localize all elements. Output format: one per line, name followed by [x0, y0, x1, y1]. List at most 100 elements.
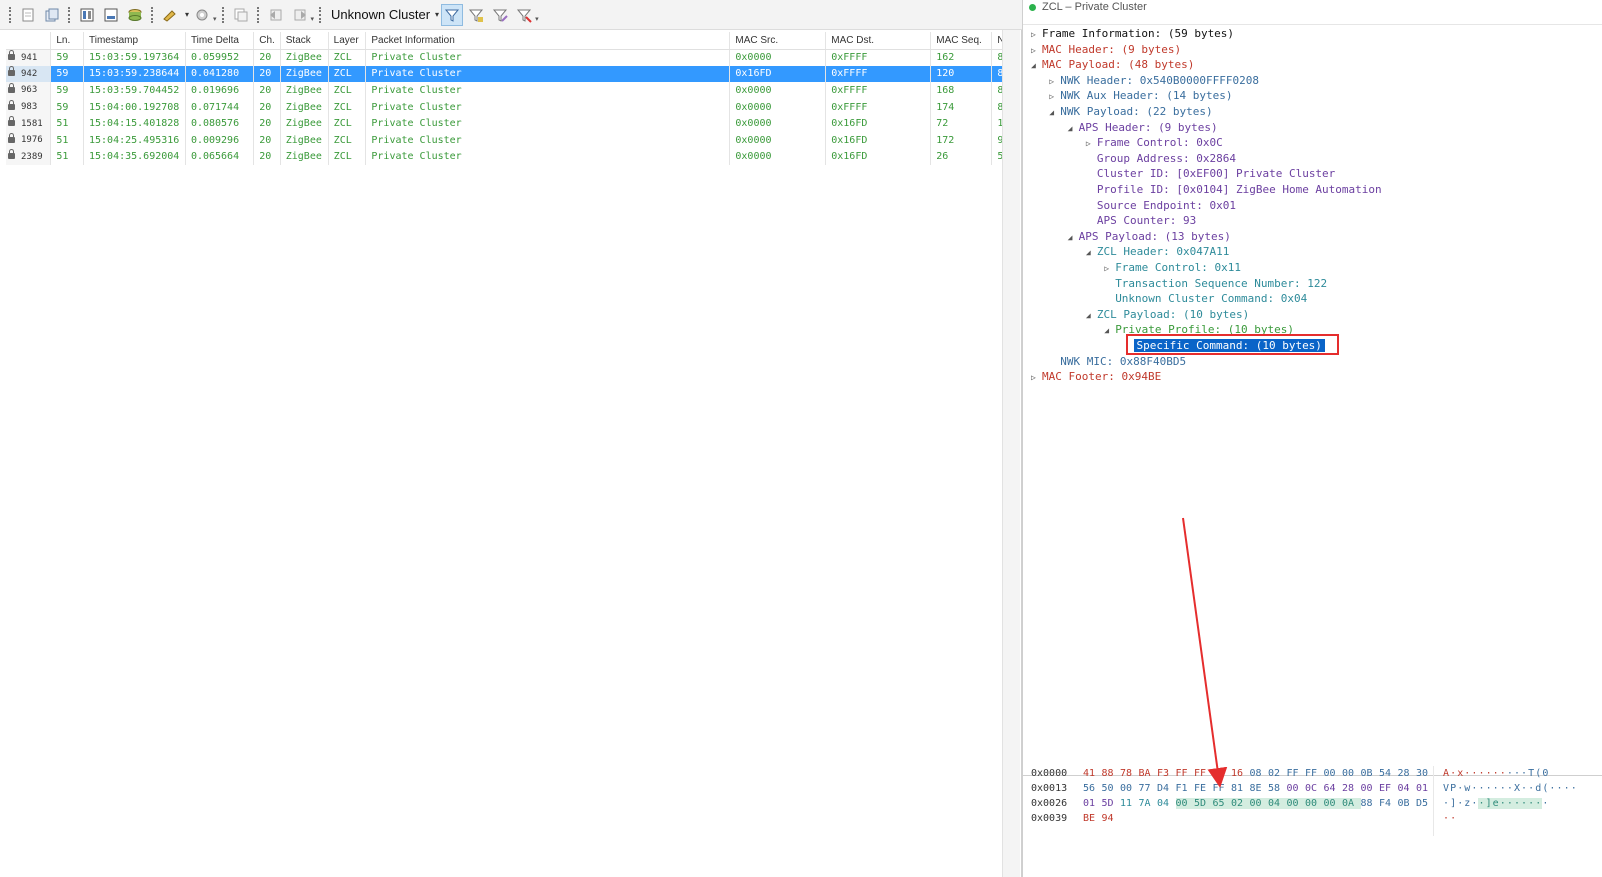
hex-byte[interactable]: EF — [1379, 783, 1398, 794]
collapse-arrow-icon[interactable]: ◢ — [1049, 105, 1060, 120]
columns-icon[interactable] — [76, 4, 98, 26]
overflow-arrow-icon[interactable]: ▾ — [213, 15, 217, 23]
hex-bytes-row[interactable]: 41 88 78 BA F3 FF FF FD 16 08 02 FF FF 00 00 0B 54 28 30 — [1083, 768, 1435, 779]
hex-byte[interactable]: 00 — [1120, 783, 1139, 794]
save-all-icon[interactable] — [41, 4, 63, 26]
hex-ascii-row[interactable]: VP·w······X··d(···· — [1443, 783, 1578, 794]
expand-arrow-icon[interactable]: ▷ — [1049, 74, 1060, 89]
table-row[interactable]: 942 59 15:03:59.238644 0.041280 20 ZigBee ZCL P… — [6, 65, 1020, 83]
hex-byte[interactable]: 02 — [1268, 768, 1287, 779]
collapse-arrow-icon[interactable]: ◢ — [1068, 121, 1079, 136]
hex-byte[interactable]: 30 — [1416, 768, 1435, 779]
hex-byte[interactable]: 0B — [1398, 798, 1417, 809]
hex-byte[interactable]: 81 — [1231, 783, 1250, 794]
collapse-arrow-icon[interactable]: ◢ — [1104, 323, 1115, 338]
hex-byte[interactable]: 04 — [1157, 798, 1176, 809]
column-header-mac-src[interactable]: MAC Src. — [729, 32, 827, 50]
column-header-mac-seq[interactable]: MAC Seq. — [930, 32, 993, 50]
expand-arrow-icon[interactable]: ▷ — [1031, 43, 1042, 58]
cluster-filter-combo[interactable]: Unknown Cluster C — [331, 7, 431, 22]
hex-byte[interactable]: F4 — [1379, 798, 1398, 809]
tree-node[interactable]: ◢ APS Payload: (13 bytes) — [1068, 229, 1231, 244]
hex-byte[interactable]: 50 — [1102, 783, 1121, 794]
tree-node[interactable]: ▷ MAC Header: (9 bytes) — [1031, 42, 1181, 57]
overflow-arrow-icon[interactable]: ▾ — [535, 15, 539, 23]
hex-byte[interactable]: 01 — [1083, 798, 1102, 809]
settings-gear-icon[interactable] — [191, 4, 213, 26]
table-row[interactable]: 983 59 15:04:00.192708 0.071744 20 ZigBee ZCL P… — [6, 98, 1020, 116]
hex-byte[interactable]: 64 — [1324, 783, 1343, 794]
hex-byte[interactable]: 00 — [1342, 768, 1361, 779]
hex-byte[interactable]: 28 — [1342, 783, 1361, 794]
hex-byte[interactable]: 02 — [1231, 798, 1250, 809]
tree-node[interactable]: ▷ NWK Header: 0x540B0000FFFF0208 — [1049, 73, 1259, 88]
tree-node[interactable]: Transaction Sequence Number: 122 — [1104, 276, 1327, 291]
tree-node[interactable]: ◢ ZCL Payload: (10 bytes) — [1086, 307, 1249, 322]
table-row[interactable]: 941 59 15:03:59.197364 0.059952 20 ZigBee ZCL P… — [6, 49, 1020, 66]
hex-byte[interactable]: D4 — [1157, 783, 1176, 794]
hex-byte[interactable]: 01 — [1416, 783, 1435, 794]
column-header-ln[interactable]: Ln. — [50, 32, 84, 50]
tree-node[interactable]: ◢ MAC Payload: (48 bytes) — [1031, 57, 1194, 72]
brush-icon[interactable] — [159, 4, 181, 26]
hex-byte[interactable]: 77 — [1139, 783, 1158, 794]
hex-byte[interactable]: 94 — [1102, 813, 1121, 824]
overflow-arrow-icon[interactable]: ▾ — [311, 15, 315, 23]
tree-node[interactable]: ▷ Frame Control: 0x0C — [1086, 135, 1223, 150]
hex-byte[interactable]: 41 — [1083, 768, 1102, 779]
hex-byte[interactable]: 08 — [1250, 768, 1269, 779]
hex-byte[interactable]: 11 — [1120, 798, 1139, 809]
hex-byte[interactable]: FE — [1194, 783, 1213, 794]
hex-byte[interactable]: 00 — [1249, 798, 1268, 809]
column-header-index[interactable] — [6, 32, 52, 50]
expand-arrow-icon[interactable]: ▷ — [1104, 261, 1115, 276]
tree-node[interactable]: ▷ MAC Footer: 0x94BE — [1031, 369, 1161, 384]
hex-byte[interactable]: 00 — [1286, 798, 1305, 809]
hex-byte[interactable]: 58 — [1268, 783, 1287, 794]
toolbar-grip[interactable] — [9, 6, 12, 23]
hex-byte[interactable]: 04 — [1398, 783, 1417, 794]
hex-byte[interactable]: FF — [1194, 768, 1213, 779]
tree-node[interactable]: ▷ Frame Information: (59 bytes) — [1031, 26, 1234, 41]
tree-node[interactable]: Profile ID: [0x0104] ZigBee Home Automat… — [1086, 182, 1382, 197]
hex-byte[interactable]: 00 — [1175, 798, 1194, 809]
hex-byte[interactable]: BE — [1083, 813, 1102, 824]
expand-arrow-icon[interactable]: ▷ — [1031, 370, 1042, 385]
hex-byte[interactable]: 16 — [1231, 768, 1250, 779]
cluster-filter-dropdown-arrow[interactable]: ▾ — [435, 10, 439, 19]
hex-byte[interactable]: 0A — [1342, 798, 1361, 809]
copy-icon[interactable] — [230, 4, 252, 26]
tree-node[interactable]: APS Counter: 93 — [1086, 213, 1196, 228]
hex-byte[interactable]: 65 — [1212, 798, 1231, 809]
hex-byte[interactable]: 56 — [1083, 783, 1102, 794]
tree-node[interactable]: ◢ NWK Payload: (22 bytes) — [1049, 104, 1212, 119]
hex-bytes-row[interactable]: 56 50 00 77 D4 F1 FE FF 81 8E 58 00 0C 64 28 00 EF 04 01 — [1083, 783, 1435, 794]
column-header-layer[interactable]: Layer — [328, 32, 367, 50]
hex-byte[interactable]: D5 — [1416, 798, 1435, 809]
tree-node[interactable]: Source Endpoint: 0x01 — [1086, 198, 1236, 213]
hex-byte[interactable]: 0C — [1305, 783, 1324, 794]
hex-byte[interactable]: F3 — [1157, 768, 1176, 779]
tree-node[interactable]: ◢ ZCL Header: 0x047A11 — [1086, 244, 1229, 259]
hex-byte[interactable]: 7A — [1139, 798, 1158, 809]
hex-byte[interactable]: 00 — [1287, 783, 1306, 794]
table-row[interactable]: 963 59 15:03:59.704452 0.019696 20 ZigBee ZCL P… — [6, 82, 1020, 99]
filter-edit-icon[interactable] — [489, 4, 511, 26]
column-header-stack[interactable]: Stack — [280, 32, 329, 50]
expand-arrow-icon[interactable]: ▷ — [1031, 27, 1042, 42]
hex-byte[interactable]: F1 — [1176, 783, 1195, 794]
expand-arrow-icon[interactable]: ▷ — [1086, 136, 1097, 151]
collapse-arrow-icon[interactable]: ◢ — [1031, 58, 1042, 73]
hex-byte[interactable]: FF — [1213, 783, 1232, 794]
packet-list-scrollbar[interactable] — [1002, 30, 1020, 877]
filter-clear-icon[interactable] — [513, 4, 535, 26]
database-icon[interactable] — [124, 4, 146, 26]
tree-node[interactable]: ▷ NWK Aux Header: (14 bytes) — [1049, 88, 1232, 103]
hex-byte[interactable]: BA — [1139, 768, 1158, 779]
filter-add-icon[interactable] — [465, 4, 487, 26]
hex-byte[interactable]: FF — [1176, 768, 1195, 779]
hex-byte[interactable]: FF — [1287, 768, 1306, 779]
hex-byte[interactable]: 78 — [1120, 768, 1139, 779]
tree-node[interactable]: ▷ Frame Control: 0x11 — [1104, 260, 1241, 275]
new-document-icon[interactable] — [17, 4, 39, 26]
